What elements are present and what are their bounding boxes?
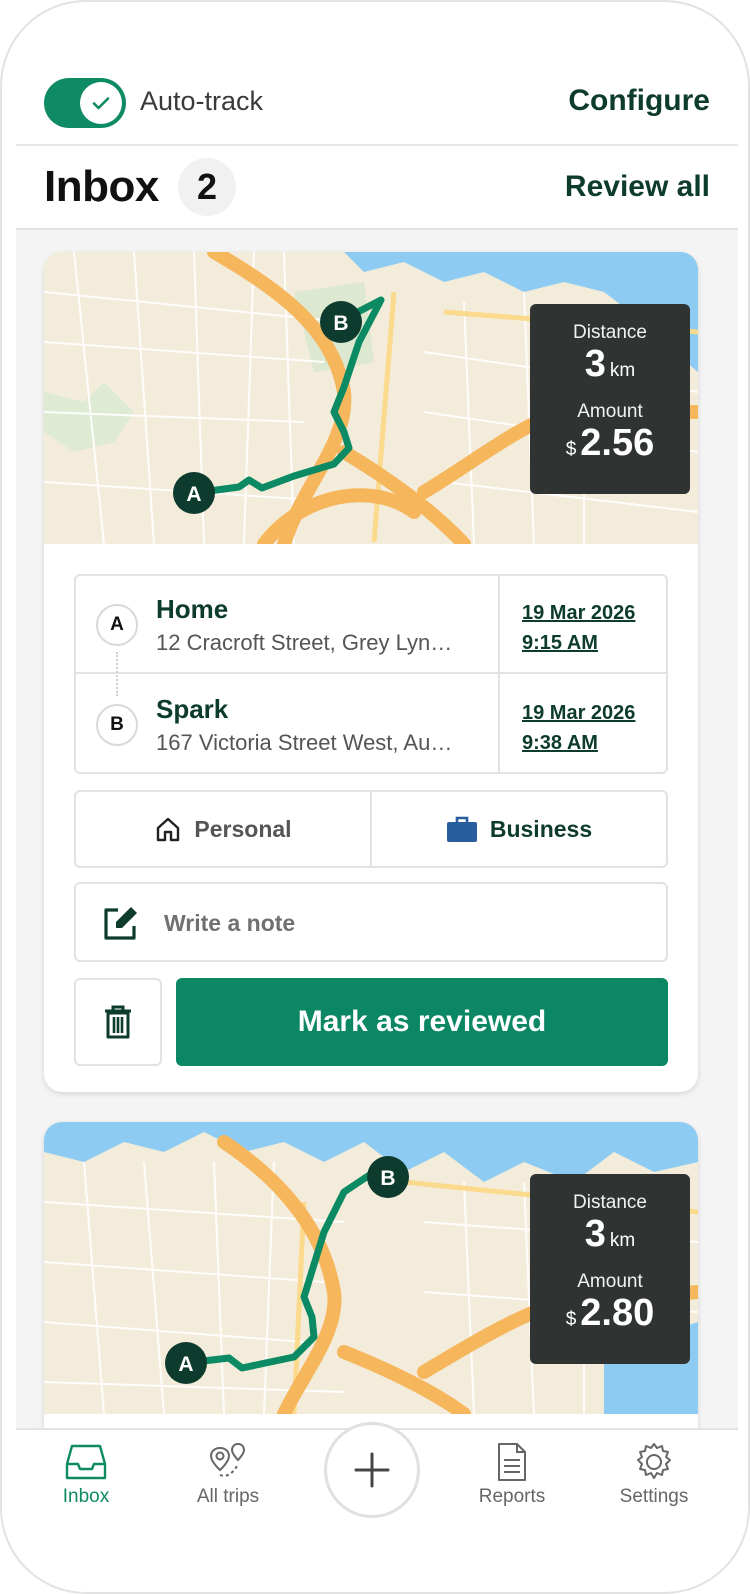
briefcase-icon [446,816,477,842]
document-icon [498,1443,526,1481]
end-address: 167 Victoria Street West, Au… [156,730,453,755]
autotrack-label: Auto-track [140,86,264,116]
gear-icon [637,1443,671,1479]
map-marker-a-label: A [178,1353,193,1376]
route-start-row[interactable]: A Home 12 Cracroft Street, Grey Lyn… 19 … [76,576,666,696]
start-place-name: Home [156,594,229,624]
nav-reports-label: Reports [478,1486,546,1507]
top-bar: Auto-track Configure [16,58,738,146]
nav-all-trips-label: All trips [196,1486,260,1507]
trip-card: A B Distance 3 km Amount $2.80 [44,1122,698,1428]
end-time: 9:38 AM [522,732,598,754]
business-option[interactable]: Business [370,792,666,866]
amount-value: $2.80 [530,1293,690,1340]
start-address: 12 Cracroft Street, Grey Lyn… [156,630,453,655]
distance-label: Distance [573,1192,647,1213]
end-pin: B [96,704,138,746]
end-date: 19 Mar 2026 [522,702,636,724]
distance-unit: km [609,1230,636,1251]
start-date: 19 Mar 2026 [522,602,636,624]
amount-number: 2.80 [580,1292,655,1334]
distance-label: Distance [573,322,647,343]
note-placeholder: Write a note [164,910,296,936]
mark-as-reviewed-button[interactable]: Mark as reviewed [176,978,668,1066]
trip-list[interactable]: A B Distance 3 km Amount $2.56 A Home 12… [16,230,738,1428]
nav-settings-label: Settings [619,1486,689,1507]
note-field[interactable]: Write a note [74,882,668,962]
nav-inbox-label: Inbox [62,1486,110,1507]
currency-symbol: $ [565,1309,577,1330]
map-marker-b-label: B [380,1167,395,1190]
delete-button[interactable] [74,978,162,1066]
start-time: 9:15 AM [522,632,598,654]
toggle-knob [80,82,122,124]
personal-label: Personal [194,815,292,842]
trip-map[interactable]: A B Distance 3 km Amount $2.80 [44,1122,698,1414]
amount-label: Amount [577,401,643,422]
page-title: Inbox [44,162,159,211]
trip-map[interactable]: A B Distance 3 km Amount $2.56 [44,252,698,544]
distance-number: 3 [584,1213,606,1255]
distance-value: 3 km [530,1214,690,1261]
plus-icon [354,1452,390,1488]
end-place-name: Spark [156,694,229,724]
distance-number: 3 [584,343,606,385]
route-end-row[interactable]: B Spark 167 Victoria Street West, Au… 19… [76,676,666,774]
bottom-nav: Inbox All trips Reports Settings [16,1422,738,1538]
start-datetime[interactable]: 19 Mar 2026 9:15 AM [522,598,635,658]
amount-number: 2.56 [580,422,655,464]
currency-symbol: $ [565,439,577,460]
nav-all-trips[interactable]: All trips [168,1442,288,1508]
configure-button[interactable]: Configure [568,84,710,118]
inbox-icon [65,1444,107,1480]
home-icon [157,817,180,842]
distance-value: 3 km [530,344,690,391]
business-label: Business [489,815,593,842]
amount-label: Amount [577,1271,643,1292]
amount-value: $2.56 [530,423,690,470]
distance-unit: km [609,360,636,381]
end-datetime[interactable]: 19 Mar 2026 9:38 AM [522,698,635,758]
inbox-header: Inbox 2 Review all [16,148,738,230]
phone-frame: Auto-track Configure Inbox 2 Review all [0,0,750,1594]
map-marker-b-label: B [333,312,348,335]
nav-reports[interactable]: Reports [452,1442,572,1508]
review-all-button[interactable]: Review all [565,170,710,204]
trip-card: A B Distance 3 km Amount $2.56 A Home 12… [44,252,698,1092]
nav-settings[interactable]: Settings [594,1442,714,1508]
nav-inbox[interactable]: Inbox [26,1442,146,1508]
map-marker-a-label: A [186,483,201,506]
check-icon [92,97,110,110]
route-details: A Home 12 Cracroft Street, Grey Lyn… 19 … [74,574,668,774]
inbox-count-badge: 2 [178,158,236,216]
trip-summary-box: Distance 3 km Amount $2.80 [530,1174,690,1364]
trash-icon [105,1005,131,1039]
autotrack-toggle[interactable] [44,78,126,128]
add-trip-button[interactable] [324,1422,420,1518]
trip-summary-box: Distance 3 km Amount $2.56 [530,304,690,494]
start-pin: A [96,604,138,646]
personal-option[interactable]: Personal [76,792,370,866]
map-pins-icon [209,1442,246,1477]
edit-icon [104,907,137,940]
category-selector: Personal Business [74,790,668,868]
